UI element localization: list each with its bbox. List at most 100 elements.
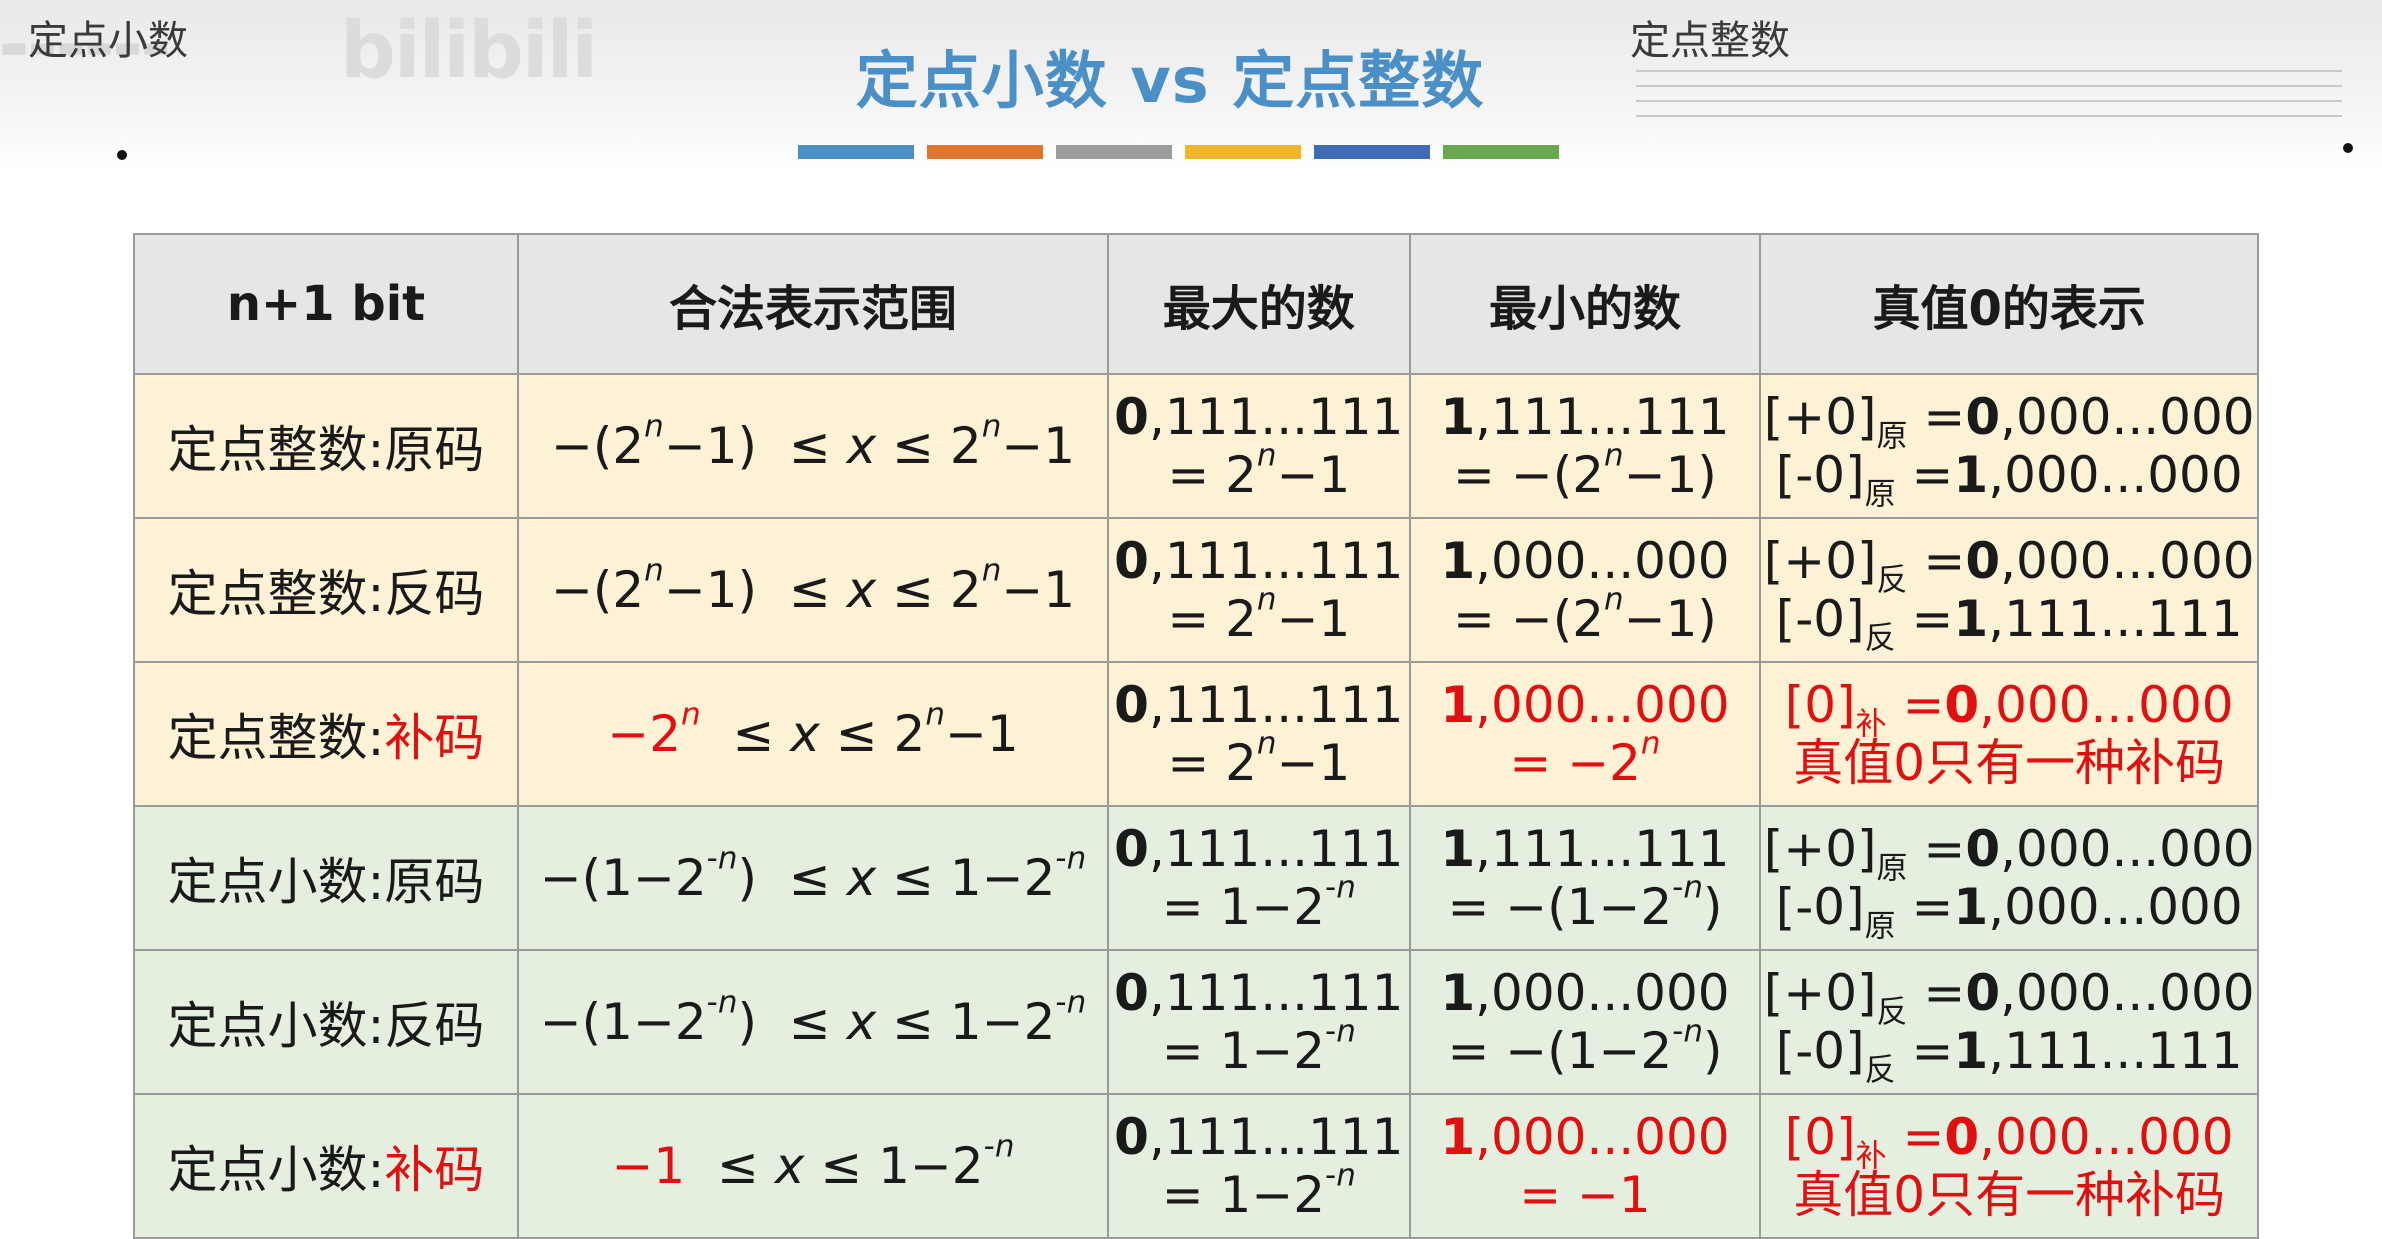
range-cell: −(1−2-n) ≤ x ≤ 1−2-n — [516, 949, 1110, 1095]
zero-repr-1: [0]补 =0,000...000 — [1784, 676, 2234, 743]
header-min: 最小的数 — [1408, 233, 1762, 375]
max-value: = 1−2-n — [1161, 1013, 1356, 1080]
zero-repr-2: 真值0只有一种补码 — [1793, 1166, 2226, 1224]
row-label: 定点整数:补码 — [133, 661, 519, 807]
title-colorbar-segment — [798, 145, 914, 159]
row-label-code: 反码 — [384, 565, 485, 623]
range-expression: −2n ≤ x ≤ 2n−1 — [607, 696, 1019, 763]
zero-repr-1: [0]补 =0,000...000 — [1784, 1108, 2234, 1175]
row-label-code: 补码 — [384, 1141, 485, 1199]
row-label: 定点整数:反码 — [133, 517, 519, 663]
min-cell: 1,000...000 = −(1−2-n) — [1408, 949, 1762, 1095]
table-row: 定点小数:补码 −1 ≤ x ≤ 1−2-n 0,111...111 = 1−2-n 1… — [133, 1093, 2259, 1239]
range-expression: −(2n−1) ≤ x ≤ 2n−1 — [550, 408, 1076, 475]
range-cell: −1 ≤ x ≤ 1−2-n — [516, 1093, 1110, 1239]
max-cell: 0,111...111 = 1−2-n — [1107, 1093, 1411, 1239]
min-value: = −(1−2-n) — [1447, 869, 1723, 936]
row-label-code: 反码 — [384, 997, 485, 1055]
title-colorbar-segment — [1314, 145, 1430, 159]
header-zero: 真值0的表示 — [1759, 233, 2259, 375]
zero-repr-1: [+0]原 =0,000...000 — [1763, 820, 2255, 887]
row-label-code: 原码 — [384, 421, 485, 479]
min-binary: 1,000...000 — [1440, 676, 1730, 734]
max-cell: 0,111...111 = 2n−1 — [1107, 517, 1411, 663]
zero-repr-1: [+0]反 =0,000...000 — [1763, 964, 2255, 1031]
zero-cell: [+0]反 =0,000...000 [-0]反 =1,111...111 — [1759, 949, 2259, 1095]
row-label-type: 定点整数: — [167, 709, 385, 767]
table-header-row: n+1 bit 合法表示范围 最大的数 最小的数 真值0的表示 — [133, 233, 2259, 375]
zero-cell: [+0]原 =0,000...000 [-0]原 =1,000...000 — [1759, 373, 2259, 519]
row-label-type: 定点整数: — [167, 421, 385, 479]
max-cell: 0,111...111 = 1−2-n — [1107, 805, 1411, 951]
min-binary: 1,000...000 — [1440, 532, 1730, 590]
range-expression: −(2n−1) ≤ x ≤ 2n−1 — [550, 552, 1076, 619]
row-label: 定点小数:反码 — [133, 949, 519, 1095]
min-cell: 1,111...111 = −(2n−1) — [1408, 373, 1762, 519]
zero-repr-2: [-0]原 =1,000...000 — [1775, 446, 2243, 513]
row-label: 定点小数:补码 — [133, 1093, 519, 1239]
table-row: 定点小数:原码 −(1−2-n) ≤ x ≤ 1−2-n 0,111...111 = … — [133, 805, 2259, 951]
max-cell: 0,111...111 = 1−2-n — [1107, 949, 1411, 1095]
page-title: 定点小数 vs 定点整数 — [855, 44, 1485, 117]
max-value: = 2n−1 — [1167, 581, 1351, 648]
zero-repr-2: [-0]反 =1,111...111 — [1775, 1022, 2243, 1089]
row-label-type: 定点小数: — [167, 853, 385, 911]
zero-cell: [+0]原 =0,000...000 [-0]原 =1,000...000 — [1759, 805, 2259, 951]
max-value: = 1−2-n — [1161, 1157, 1356, 1224]
table-row: 定点整数:原码 −(2n−1) ≤ x ≤ 2n−1 0,111...111 = 2n… — [133, 373, 2259, 519]
zero-cell: [0]补 =0,000...000 真值0只有一种补码 — [1759, 661, 2259, 807]
max-cell: 0,111...111 = 2n−1 — [1107, 373, 1411, 519]
title-colorbar-segment — [1185, 145, 1301, 159]
zero-cell: [+0]反 =0,000...000 [-0]反 =1,111...111 — [1759, 517, 2259, 663]
title-colorbar-segment — [1443, 145, 1559, 159]
min-binary: 1,000...000 — [1440, 964, 1730, 1022]
table-row: 定点小数:反码 −(1−2-n) ≤ x ≤ 1−2-n 0,111...111 = … — [133, 949, 2259, 1095]
range-expression: −1 ≤ x ≤ 1−2-n — [611, 1128, 1015, 1195]
bullet-dot-left — [117, 150, 127, 160]
max-binary: 0,111...111 — [1114, 820, 1404, 878]
row-label-code: 原码 — [384, 853, 485, 911]
table-row: 定点整数:补码 −2n ≤ x ≤ 2n−1 0,111...111 = 2n−1 1,… — [133, 661, 2259, 807]
zero-cell: [0]补 =0,000...000 真值0只有一种补码 — [1759, 1093, 2259, 1239]
min-binary: 1,111...111 — [1440, 388, 1730, 446]
min-cell: 1,000...000 = −(2n−1) — [1408, 517, 1762, 663]
max-cell: 0,111...111 = 2n−1 — [1107, 661, 1411, 807]
min-binary: 1,111...111 — [1440, 820, 1730, 878]
bullet-dot-right — [2343, 143, 2353, 153]
title-colorbar-segment — [927, 145, 1043, 159]
row-label-type: 定点小数: — [167, 997, 385, 1055]
comparison-table: n+1 bit 合法表示范围 最大的数 最小的数 真值0的表示 定点整数:原码 −(2n−… — [133, 233, 2259, 1239]
table-row: 定点整数:反码 −(2n−1) ≤ x ≤ 2n−1 0,111...111 = 2n… — [133, 517, 2259, 663]
row-label: 定点整数:原码 — [133, 373, 519, 519]
range-expression: −(1−2-n) ≤ x ≤ 1−2-n — [539, 984, 1087, 1051]
max-value: = 2n−1 — [1167, 437, 1351, 504]
row-label-code: 补码 — [384, 709, 485, 767]
max-binary: 0,111...111 — [1114, 1108, 1404, 1166]
zero-repr-2: 真值0只有一种补码 — [1793, 734, 2226, 792]
min-cell: 1,000...000 = −1 — [1408, 1093, 1762, 1239]
max-value: = 2n−1 — [1167, 725, 1351, 792]
min-cell: 1,000...000 = −2n — [1408, 661, 1762, 807]
min-cell: 1,111...111 = −(1−2-n) — [1408, 805, 1762, 951]
range-cell: −2n ≤ x ≤ 2n−1 — [516, 661, 1110, 807]
range-expression: −(1−2-n) ≤ x ≤ 1−2-n — [539, 840, 1087, 907]
max-value: = 1−2-n — [1161, 869, 1356, 936]
min-value: = −2n — [1509, 725, 1661, 792]
zero-repr-2: [-0]反 =1,111...111 — [1775, 590, 2243, 657]
zero-repr-1: [+0]反 =0,000...000 — [1763, 532, 2255, 599]
min-value: = −(2n−1) — [1453, 581, 1717, 648]
min-binary: 1,000...000 — [1440, 1108, 1730, 1166]
header-range: 合法表示范围 — [516, 233, 1110, 375]
title-colorbar-segment — [1056, 145, 1172, 159]
range-cell: −(1−2-n) ≤ x ≤ 1−2-n — [516, 805, 1110, 951]
min-value: = −1 — [1519, 1166, 1651, 1224]
min-value: = −(1−2-n) — [1447, 1013, 1723, 1080]
range-cell: −(2n−1) ≤ x ≤ 2n−1 — [516, 517, 1110, 663]
row-label: 定点小数:原码 — [133, 805, 519, 951]
zero-repr-1: [+0]原 =0,000...000 — [1763, 388, 2255, 455]
row-label-type: 定点小数: — [167, 1141, 385, 1199]
header-bits: n+1 bit — [133, 233, 519, 375]
max-binary: 0,111...111 — [1114, 964, 1404, 1022]
zero-repr-2: [-0]原 =1,000...000 — [1775, 878, 2243, 945]
header-max: 最大的数 — [1107, 233, 1411, 375]
